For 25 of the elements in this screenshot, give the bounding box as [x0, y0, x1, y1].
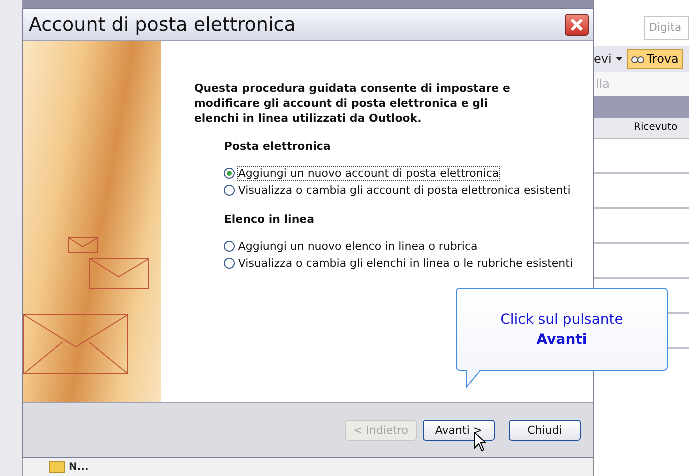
column-header[interactable]: Ricevuto [594, 118, 689, 139]
radio-button[interactable] [224, 258, 236, 269]
mouse-pointer-icon [474, 432, 487, 452]
folder-label[interactable]: N... [69, 462, 89, 472]
close-icon [570, 18, 584, 32]
intro-text: Questa procedura guidata consente di impostare e modificare gli account di posta elettronica e gli elenchi in linea utilizzati da Outlook. [194, 81, 512, 126]
window-title: Account di posta elettronica [29, 14, 296, 36]
radio-option[interactable]: Aggiungi un nuovo elenco in linea o rubrica [224, 238, 573, 255]
dialog-button[interactable]: Avanti > [423, 420, 495, 440]
radio-button[interactable] [224, 168, 236, 179]
radio-button[interactable] [224, 241, 236, 252]
find-button[interactable]: Trova [626, 49, 683, 69]
radio-option[interactable]: Visualizza o cambia gli elenchi in linea o le rubriche esistenti [224, 255, 573, 272]
toolbar-item[interactable]: evi [594, 52, 612, 66]
radio-option[interactable]: Visualizza o cambia gli account di posta elettronica esistenti [224, 182, 573, 199]
dimmed-text: lla [594, 72, 689, 96]
section-heading: Elenco in linea [224, 213, 316, 226]
section-heading: Posta elettronica [224, 140, 332, 153]
radio-button[interactable] [224, 185, 236, 196]
folder-icon [49, 461, 65, 473]
dialog-button[interactable]: Chiudi [509, 420, 581, 440]
callout-text: Click sul pulsante Avanti [500, 310, 624, 350]
caret-icon[interactable] [616, 57, 623, 61]
radio-option[interactable]: Aggiungi un nuovo account di posta elettronica [224, 165, 573, 182]
close-button[interactable] [565, 14, 589, 36]
